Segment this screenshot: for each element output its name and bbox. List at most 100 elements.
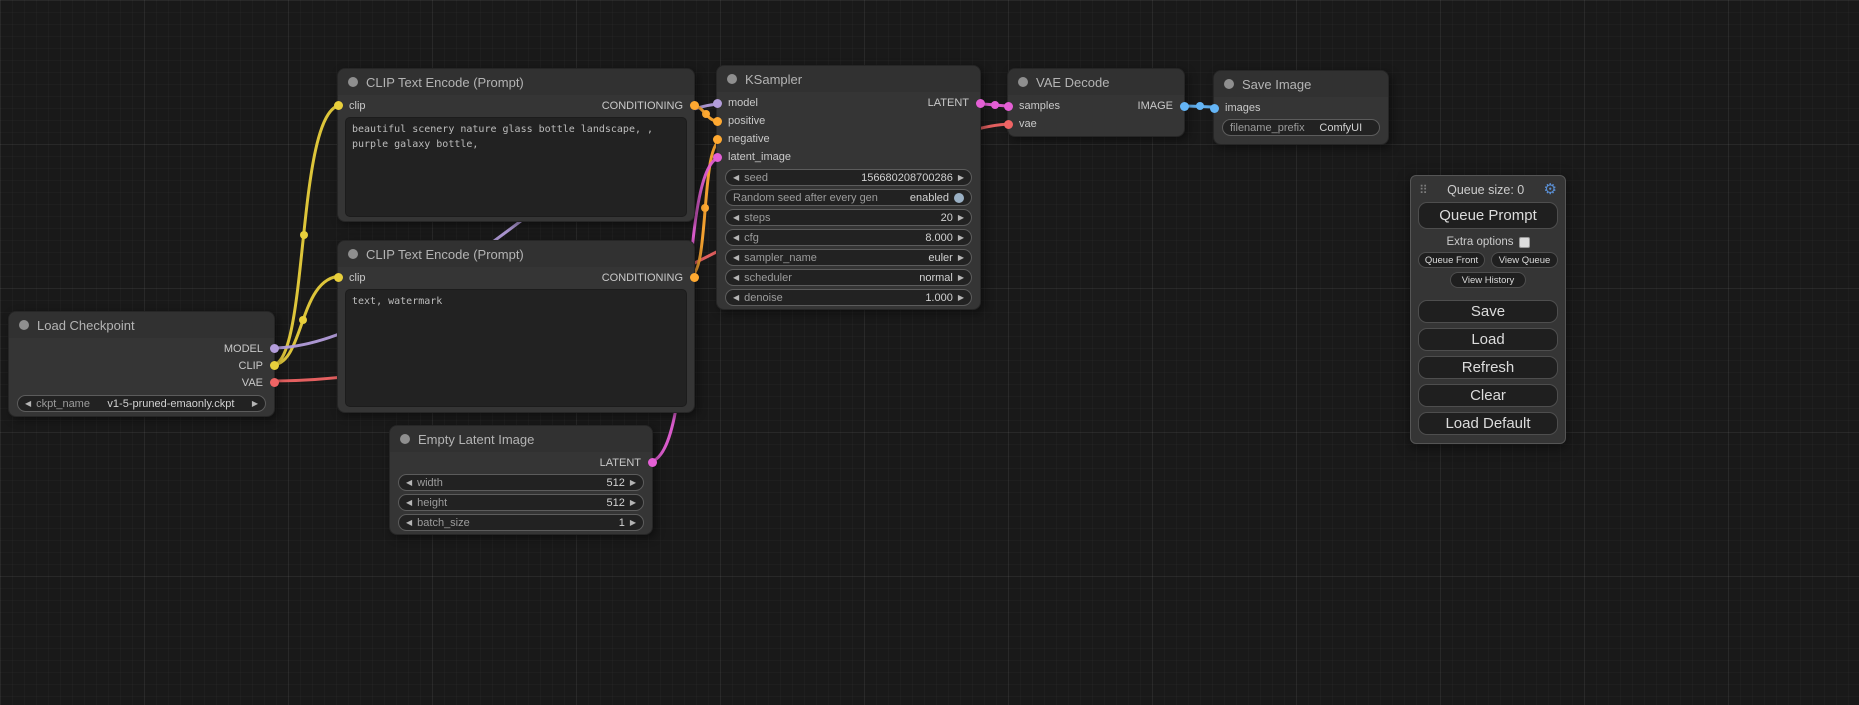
latent-output-port[interactable]	[648, 458, 657, 467]
increment-arrow-icon[interactable]: ▶	[630, 499, 636, 507]
height-widget[interactable]: ◀ height 512 ▶	[398, 494, 644, 511]
positive-input-port[interactable]	[713, 117, 722, 126]
increment-arrow-icon[interactable]: ▶	[630, 479, 636, 487]
output-row-model: MODEL	[9, 340, 274, 357]
port-label-latent: LATENT	[600, 457, 641, 469]
decrement-arrow-icon[interactable]: ◀	[733, 174, 739, 182]
increment-arrow-icon[interactable]: ▶	[958, 214, 964, 222]
node-ksampler[interactable]: KSampler model LATENT positive negative …	[716, 65, 981, 310]
samples-input-port[interactable]	[1004, 102, 1013, 111]
next-value-arrow-icon[interactable]: ▶	[958, 274, 964, 282]
toggle-knob-icon[interactable]	[954, 193, 964, 203]
input-row-latent-image: latent_image	[717, 148, 980, 166]
input-row-negative: negative	[717, 130, 980, 148]
collapse-toggle-icon[interactable]	[1224, 79, 1234, 89]
link-clip-to-negative-encoder[interactable]	[272, 276, 342, 365]
collapse-toggle-icon[interactable]	[348, 77, 358, 87]
decrement-arrow-icon[interactable]: ◀	[406, 519, 412, 527]
link-midpoint-dot	[991, 101, 999, 109]
refresh-button[interactable]: Refresh	[1418, 356, 1558, 379]
queue-front-button[interactable]: Queue Front	[1418, 252, 1485, 268]
link-midpoint-dot	[702, 110, 710, 118]
prev-value-arrow-icon[interactable]: ◀	[733, 254, 739, 262]
collapse-toggle-icon[interactable]	[400, 434, 410, 444]
node-header[interactable]: VAE Decode	[1008, 69, 1184, 95]
vae-output-port[interactable]	[270, 378, 279, 387]
view-history-button[interactable]: View History	[1450, 272, 1526, 288]
clear-button[interactable]: Clear	[1418, 384, 1558, 407]
node-header[interactable]: Empty Latent Image	[390, 426, 652, 452]
load-default-button[interactable]: Load Default	[1418, 412, 1558, 435]
negative-prompt-textarea[interactable]: text, watermark	[345, 289, 687, 407]
negative-input-port[interactable]	[713, 135, 722, 144]
latent-image-input-port[interactable]	[713, 153, 722, 162]
denoise-widget[interactable]: ◀ denoise 1.000 ▶	[725, 289, 972, 306]
sampler-name-widget[interactable]: ◀ sampler_name euler ▶	[725, 249, 972, 266]
increment-arrow-icon[interactable]: ▶	[958, 294, 964, 302]
queue-prompt-button[interactable]: Queue Prompt	[1418, 202, 1558, 229]
clip-output-port[interactable]	[270, 361, 279, 370]
node-header[interactable]: Save Image	[1214, 71, 1388, 97]
model-output-port[interactable]	[270, 344, 279, 353]
node-header[interactable]: CLIP Text Encode (Prompt)	[338, 241, 694, 267]
ckpt-name-widget[interactable]: ◀ ckpt_name v1-5-pruned-emaonly.ckpt ▶	[17, 395, 266, 412]
prev-value-arrow-icon[interactable]: ◀	[25, 400, 31, 408]
link-midpoint-dot	[299, 316, 307, 324]
node-header[interactable]: Load Checkpoint	[9, 312, 274, 338]
cfg-widget[interactable]: ◀ cfg 8.000 ▶	[725, 229, 972, 246]
decrement-arrow-icon[interactable]: ◀	[406, 499, 412, 507]
collapse-toggle-icon[interactable]	[348, 249, 358, 259]
load-button[interactable]: Load	[1418, 328, 1558, 351]
decrement-arrow-icon[interactable]: ◀	[733, 234, 739, 242]
extra-options-checkbox[interactable]	[1519, 237, 1530, 248]
clip-input-port[interactable]	[334, 101, 343, 110]
port-label-latent: LATENT	[928, 97, 969, 109]
seed-widget[interactable]: ◀ seed 156680208700286 ▶	[725, 169, 972, 186]
node-header[interactable]: KSampler	[717, 66, 980, 92]
save-button[interactable]: Save	[1418, 300, 1558, 323]
port-row: clip CONDITIONING	[338, 97, 694, 114]
prev-value-arrow-icon[interactable]: ◀	[733, 274, 739, 282]
positive-prompt-textarea[interactable]: beautiful scenery nature glass bottle la…	[345, 117, 687, 217]
increment-arrow-icon[interactable]: ▶	[958, 174, 964, 182]
next-value-arrow-icon[interactable]: ▶	[958, 254, 964, 262]
graph-canvas[interactable]: { "colors": { "model": "#B39DDB", "clip"…	[0, 0, 1859, 705]
collapse-toggle-icon[interactable]	[19, 320, 29, 330]
conditioning-output-port[interactable]	[690, 101, 699, 110]
next-value-arrow-icon[interactable]: ▶	[252, 400, 258, 408]
settings-gear-icon[interactable]: ⚙	[1544, 182, 1557, 197]
width-widget[interactable]: ◀ width 512 ▶	[398, 474, 644, 491]
node-load-checkpoint[interactable]: Load Checkpoint MODEL CLIP VAE ◀ ckpt_na…	[8, 311, 275, 417]
random-seed-toggle[interactable]: Random seed after every gen enabled	[725, 189, 972, 206]
vae-input-port[interactable]	[1004, 120, 1013, 129]
image-output-port[interactable]	[1180, 102, 1189, 111]
decrement-arrow-icon[interactable]: ◀	[733, 214, 739, 222]
node-header[interactable]: CLIP Text Encode (Prompt)	[338, 69, 694, 95]
steps-widget[interactable]: ◀ steps 20 ▶	[725, 209, 972, 226]
increment-arrow-icon[interactable]: ▶	[630, 519, 636, 527]
decrement-arrow-icon[interactable]: ◀	[406, 479, 412, 487]
images-input-port[interactable]	[1210, 104, 1219, 113]
widget-value: 1	[475, 517, 625, 529]
latent-output-port[interactable]	[976, 99, 985, 108]
node-empty-latent-image[interactable]: Empty Latent Image LATENT ◀ width 512 ▶ …	[389, 425, 653, 535]
node-title-text: CLIP Text Encode (Prompt)	[366, 247, 524, 262]
node-clip-text-encode-positive[interactable]: CLIP Text Encode (Prompt) clip CONDITION…	[337, 68, 695, 222]
node-save-image[interactable]: Save Image images filename_prefix ComfyU…	[1213, 70, 1389, 145]
filename-prefix-widget[interactable]: filename_prefix ComfyUI	[1222, 119, 1380, 136]
view-queue-button[interactable]: View Queue	[1491, 252, 1558, 268]
collapse-toggle-icon[interactable]	[727, 74, 737, 84]
node-vae-decode[interactable]: VAE Decode samples IMAGE vae	[1007, 68, 1185, 137]
scheduler-widget[interactable]: ◀ scheduler normal ▶	[725, 269, 972, 286]
collapse-toggle-icon[interactable]	[1018, 77, 1028, 87]
node-clip-text-encode-negative[interactable]: CLIP Text Encode (Prompt) clip CONDITION…	[337, 240, 695, 413]
decrement-arrow-icon[interactable]: ◀	[733, 294, 739, 302]
conditioning-output-port[interactable]	[690, 273, 699, 282]
clip-input-port[interactable]	[334, 273, 343, 282]
widget-label: steps	[744, 212, 770, 224]
batch-size-widget[interactable]: ◀ batch_size 1 ▶	[398, 514, 644, 531]
increment-arrow-icon[interactable]: ▶	[958, 234, 964, 242]
node-title-text: VAE Decode	[1036, 75, 1109, 90]
drag-handle-icon[interactable]: ⠿	[1419, 183, 1428, 197]
model-input-port[interactable]	[713, 99, 722, 108]
